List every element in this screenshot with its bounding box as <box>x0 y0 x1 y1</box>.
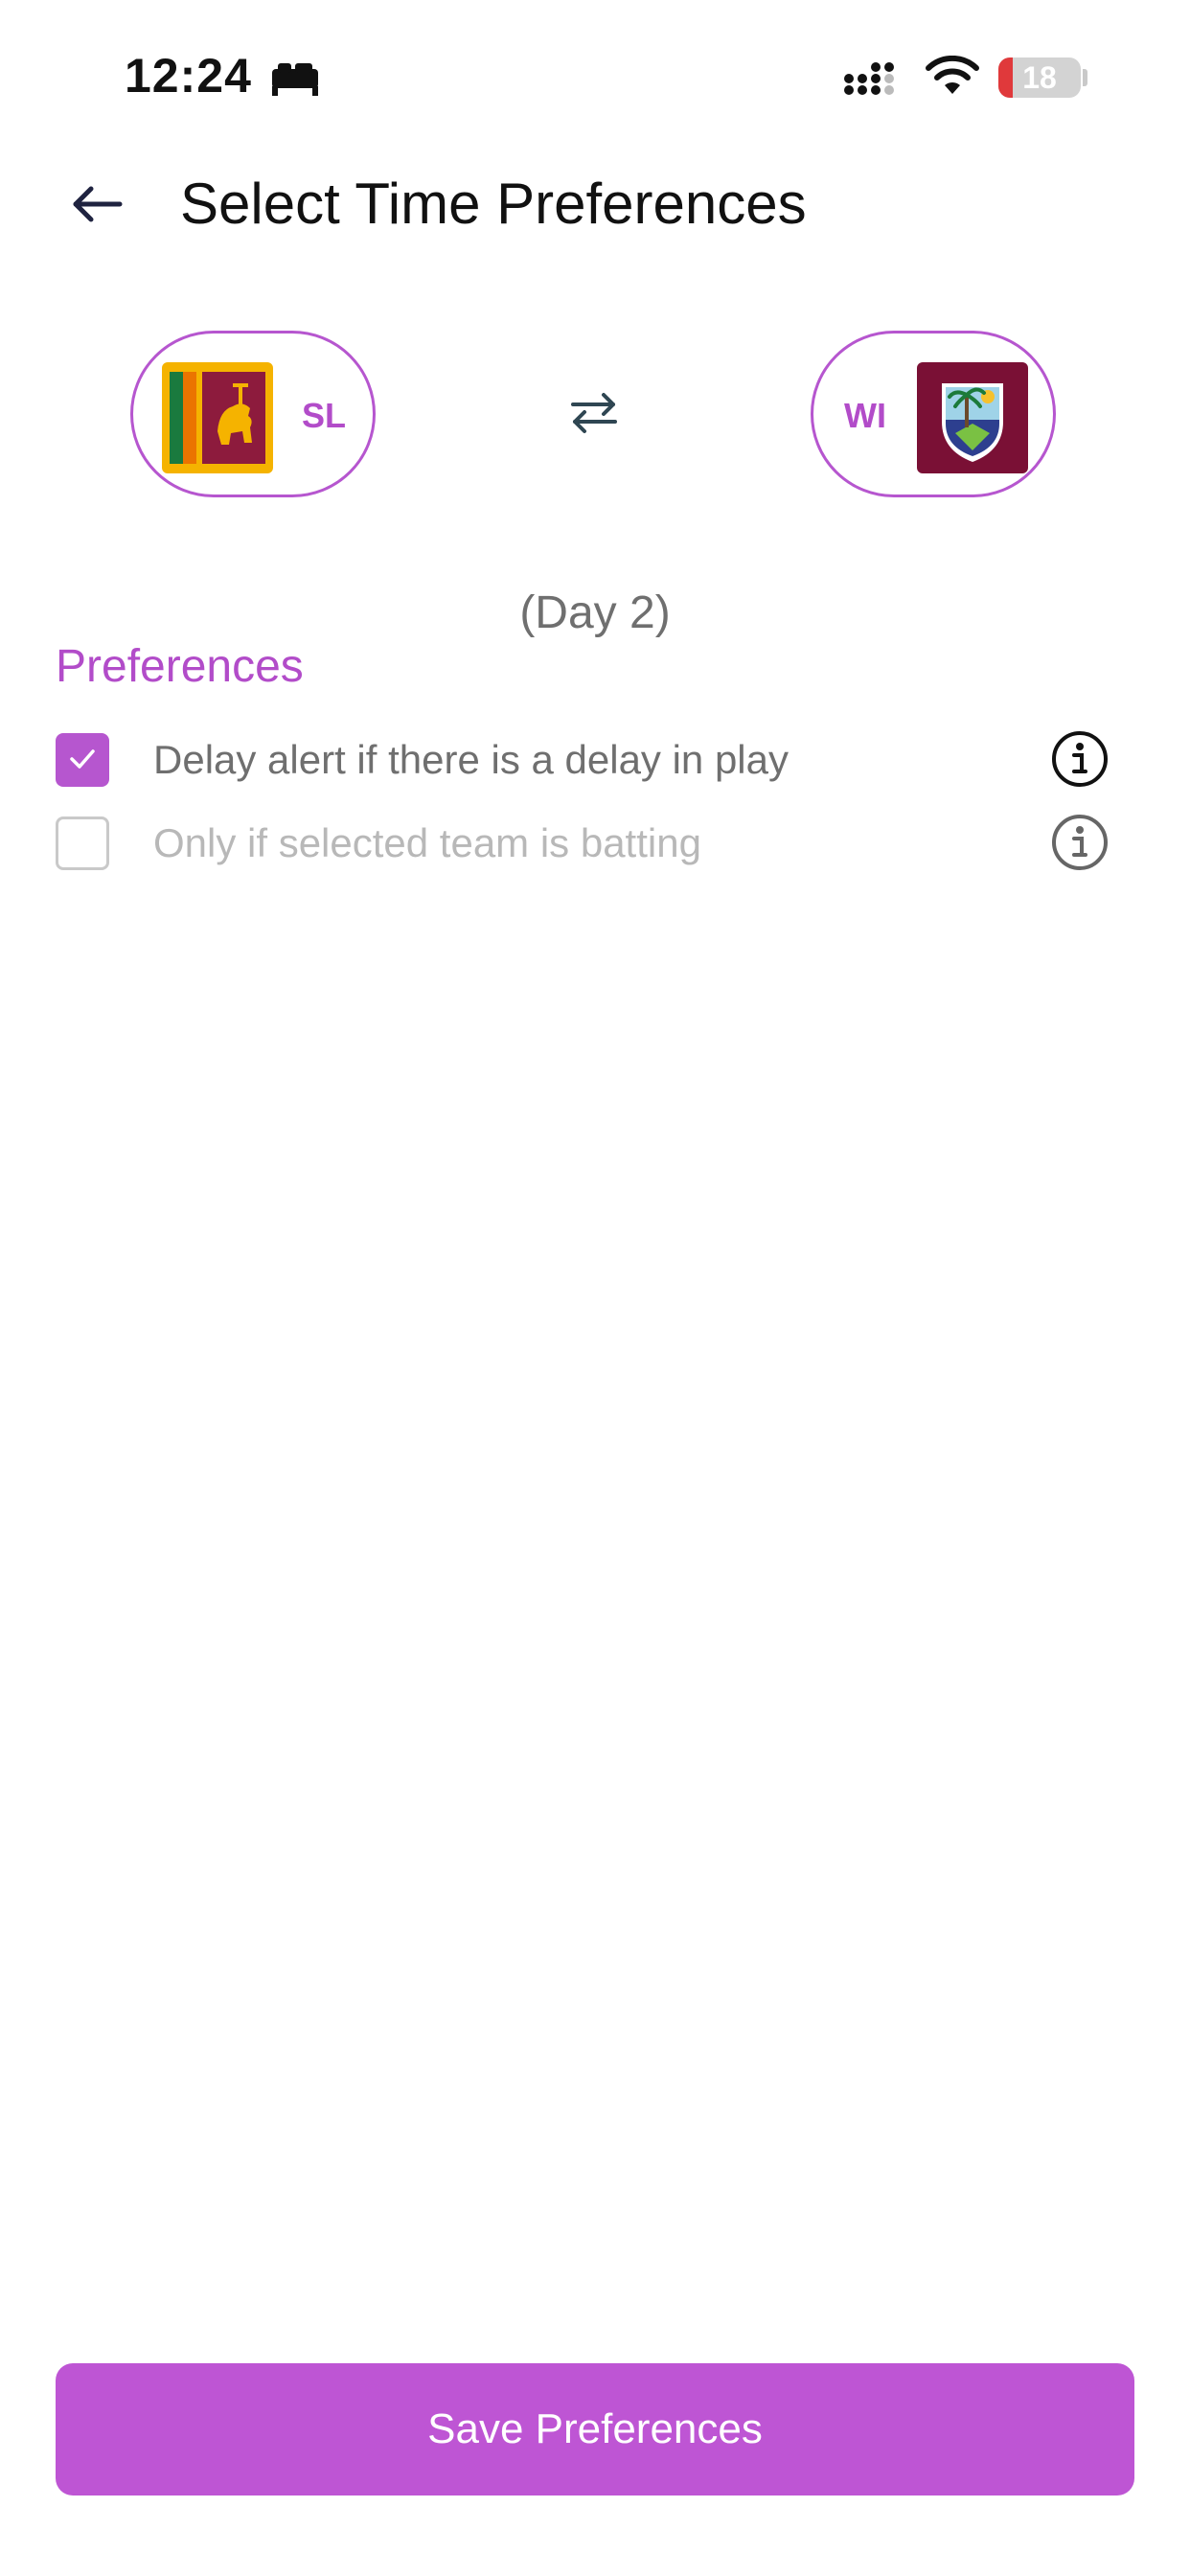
swap-arrows-icon[interactable] <box>567 389 621 437</box>
sleep-icon <box>272 63 318 96</box>
status-time: 12:24 <box>125 49 252 103</box>
back-button[interactable] <box>59 172 134 236</box>
page-title: Select Time Preferences <box>180 172 807 236</box>
team-selector-wi[interactable]: WI <box>811 331 1056 497</box>
info-icon[interactable] <box>1050 729 1110 789</box>
arrow-left-icon <box>73 186 123 222</box>
team-batting-label: Only if selected team is batting <box>153 820 701 865</box>
preference-row-team-batting: Only if selected team is batting <box>56 813 1110 874</box>
preferences-title: Preferences <box>56 641 304 692</box>
delay-alert-checkbox[interactable] <box>56 733 109 787</box>
save-preferences-button[interactable]: Save Preferences <box>56 2363 1134 2496</box>
battery-level: 18 <box>1022 60 1057 95</box>
wifi-icon <box>926 56 979 94</box>
team-code-right: WI <box>844 396 886 435</box>
signal-icon <box>844 62 894 95</box>
delay-alert-label: Delay alert if there is a delay in play <box>153 737 789 782</box>
team-batting-checkbox[interactable] <box>56 816 109 870</box>
sri-lanka-flag-icon <box>162 362 273 473</box>
info-icon[interactable] <box>1050 813 1110 872</box>
checkmark-icon <box>70 749 95 769</box>
battery-icon: 18 <box>998 58 1081 98</box>
team-selector-sl[interactable]: SL <box>130 331 376 497</box>
battery-tip <box>1083 69 1087 86</box>
team-code-left: SL <box>302 396 347 435</box>
preference-row-delay-alert: Delay alert if there is a delay in play <box>56 731 1110 791</box>
day-label: (Day 2) <box>519 587 671 638</box>
status-bar: 12:24 18 <box>0 0 1190 153</box>
west-indies-crest-icon <box>917 362 1028 473</box>
